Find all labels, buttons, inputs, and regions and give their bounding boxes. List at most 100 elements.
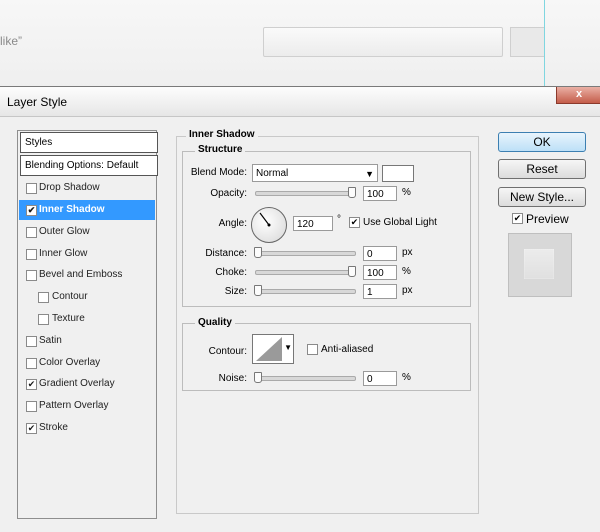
preview-thumbnail bbox=[508, 233, 572, 297]
anti-aliased-label: Anti-aliased bbox=[321, 344, 374, 355]
angle-input[interactable]: 120 bbox=[293, 216, 333, 231]
distance-slider-track[interactable] bbox=[255, 251, 356, 256]
opacity-unit: % bbox=[402, 187, 411, 198]
style-item-label: Satin bbox=[39, 335, 62, 346]
style-item-label: Inner Shadow bbox=[39, 204, 105, 215]
style-item-label: Texture bbox=[52, 313, 85, 324]
preview-swatch bbox=[524, 249, 554, 279]
style-item-label: Drop Shadow bbox=[39, 182, 100, 193]
noise-label: Noise: bbox=[218, 373, 247, 384]
choke-slider-handle[interactable] bbox=[348, 266, 356, 277]
style-item-label: Bevel and Emboss bbox=[39, 269, 123, 280]
background-input bbox=[263, 27, 503, 57]
size-label: Size: bbox=[224, 286, 247, 297]
style-item-texture[interactable]: Texture bbox=[19, 309, 155, 329]
quality-title: Quality bbox=[195, 317, 235, 328]
shadow-color-swatch[interactable] bbox=[382, 165, 414, 182]
anti-aliased-checkbox[interactable] bbox=[307, 344, 318, 355]
style-checkbox[interactable] bbox=[26, 249, 37, 260]
dialog-title: Layer Style bbox=[7, 95, 68, 109]
style-item-label: Pattern Overlay bbox=[39, 400, 109, 411]
styles-header[interactable]: Styles bbox=[20, 132, 158, 153]
style-item-contour[interactable]: Contour bbox=[19, 287, 155, 307]
style-item-drop-shadow[interactable]: Drop Shadow bbox=[19, 178, 155, 198]
title-bar: Layer Style x bbox=[0, 87, 600, 117]
close-button[interactable]: x bbox=[556, 87, 600, 104]
size-slider-handle[interactable] bbox=[254, 285, 262, 296]
blending-options-item[interactable]: Blending Options: Default bbox=[20, 155, 158, 176]
style-item-inner-glow[interactable]: Inner Glow bbox=[19, 244, 155, 264]
style-checkbox[interactable] bbox=[26, 336, 37, 347]
style-item-label: Contour bbox=[52, 291, 88, 302]
preview-label: Preview bbox=[526, 212, 569, 226]
size-input[interactable]: 1 bbox=[363, 284, 397, 299]
noise-unit: % bbox=[402, 372, 411, 383]
background-page: like” bbox=[0, 0, 600, 88]
style-item-label: Inner Glow bbox=[39, 248, 88, 259]
style-item-label: Outer Glow bbox=[39, 226, 90, 237]
style-checkbox[interactable] bbox=[38, 292, 49, 303]
style-checkbox[interactable]: ✔ bbox=[26, 205, 37, 216]
chevron-down-icon: ▼ bbox=[365, 169, 374, 179]
style-item-inner-shadow[interactable]: ✔ Inner Shadow bbox=[19, 200, 155, 220]
opacity-label: Opacity: bbox=[210, 188, 247, 199]
style-item-pattern-overlay[interactable]: Pattern Overlay bbox=[19, 396, 155, 416]
style-item-label: Gradient Overlay bbox=[39, 378, 115, 389]
style-item-bevel-and-emboss[interactable]: Bevel and Emboss bbox=[19, 265, 155, 285]
style-item-gradient-overlay[interactable]: ✔ Gradient Overlay bbox=[19, 374, 155, 394]
noise-input[interactable]: 0 bbox=[363, 371, 397, 386]
chevron-down-icon[interactable]: ▼ bbox=[284, 343, 292, 352]
style-checkbox[interactable]: ✔ bbox=[26, 379, 37, 390]
guide-line bbox=[544, 0, 545, 88]
ok-button[interactable]: OK bbox=[498, 132, 586, 152]
choke-label: Choke: bbox=[215, 267, 247, 278]
inner-shadow-title: Inner Shadow bbox=[186, 129, 258, 140]
reset-button[interactable]: Reset bbox=[498, 159, 586, 179]
style-checkbox[interactable] bbox=[26, 401, 37, 412]
choke-input[interactable]: 100 bbox=[363, 265, 397, 280]
blend-mode-value: Normal bbox=[256, 168, 289, 179]
choke-unit: % bbox=[402, 266, 411, 277]
preview-checkbox[interactable]: ✔ bbox=[512, 213, 523, 224]
blend-mode-select[interactable]: Normal ▼ bbox=[252, 164, 378, 182]
style-item-satin[interactable]: Satin bbox=[19, 331, 155, 351]
contour-curve-icon bbox=[256, 337, 282, 361]
style-item-outer-glow[interactable]: Outer Glow bbox=[19, 222, 155, 242]
distance-slider-handle[interactable] bbox=[254, 247, 262, 258]
opacity-slider-handle[interactable] bbox=[348, 187, 356, 198]
style-checkbox[interactable] bbox=[26, 358, 37, 369]
angle-unit: ° bbox=[337, 214, 341, 225]
distance-label: Distance: bbox=[205, 248, 247, 259]
close-icon: x bbox=[575, 88, 583, 100]
style-checkbox[interactable] bbox=[26, 183, 37, 194]
structure-title: Structure bbox=[195, 144, 246, 155]
style-item-label: Stroke bbox=[39, 422, 68, 433]
style-checkbox[interactable]: ✔ bbox=[26, 423, 37, 434]
size-unit: px bbox=[402, 285, 413, 296]
contour-label: Contour: bbox=[208, 346, 247, 357]
noise-slider-handle[interactable] bbox=[254, 372, 262, 383]
background-page-text: like” bbox=[0, 34, 23, 48]
size-slider-track[interactable] bbox=[255, 289, 356, 294]
new-style-button[interactable]: New Style... bbox=[498, 187, 586, 207]
layer-style-dialog: Layer Style x Styles Blending Options: D… bbox=[0, 86, 600, 532]
style-item-label: Color Overlay bbox=[39, 357, 101, 368]
use-global-light-checkbox[interactable]: ✔ bbox=[349, 217, 360, 228]
angle-dial[interactable] bbox=[251, 207, 287, 243]
style-item-color-overlay[interactable]: Color Overlay bbox=[19, 353, 155, 373]
use-global-light-label: Use Global Light bbox=[363, 217, 437, 228]
noise-slider-track[interactable] bbox=[255, 376, 356, 381]
distance-input[interactable]: 0 bbox=[363, 246, 397, 261]
style-checkbox[interactable] bbox=[26, 270, 37, 281]
choke-slider-track[interactable] bbox=[255, 270, 356, 275]
style-checkbox[interactable] bbox=[26, 227, 37, 238]
blend-mode-label: Blend Mode: bbox=[190, 167, 247, 178]
angle-label: Angle: bbox=[218, 218, 247, 229]
background-button bbox=[510, 27, 545, 57]
opacity-slider-track[interactable] bbox=[255, 191, 356, 196]
style-checkbox[interactable] bbox=[38, 314, 49, 325]
contour-picker[interactable]: ▼ bbox=[252, 334, 294, 364]
style-item-stroke[interactable]: ✔ Stroke bbox=[19, 418, 155, 438]
angle-needle-icon bbox=[259, 212, 271, 227]
opacity-input[interactable]: 100 bbox=[363, 186, 397, 201]
